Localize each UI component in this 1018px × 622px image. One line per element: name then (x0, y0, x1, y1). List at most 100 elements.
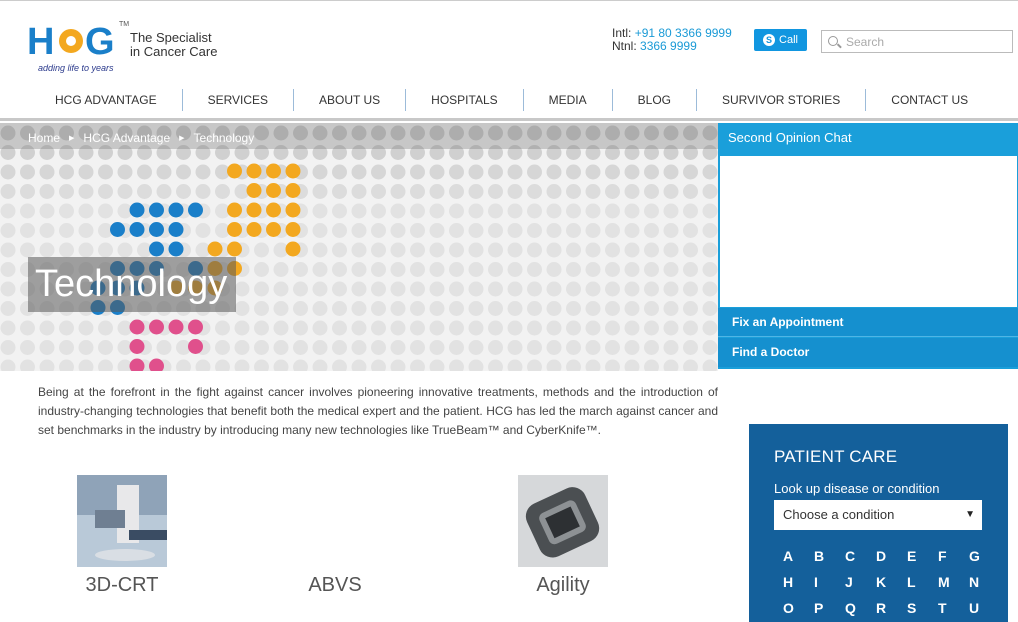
motif-dot (168, 222, 184, 237)
fix-appointment-link[interactable]: Fix an Appointment (718, 308, 1018, 337)
dropdown-arrow-icon: ▼ (965, 509, 975, 520)
condition-select-value: Choose a condition (783, 507, 895, 522)
chat-title[interactable]: Second Opinion Chat (728, 130, 852, 145)
patient-care-title: PATIENT CARE (774, 447, 898, 466)
site-header: H G TM adding life to years The Speciali… (0, 1, 1018, 81)
hcg-logo-mark: H G (27, 21, 115, 61)
tech-card-abvs[interactable]: ABVS (275, 475, 395, 597)
nav-item-hcg-advantage[interactable]: HCG ADVANTAGE (30, 89, 183, 111)
alphabet-letter-o[interactable]: O (774, 600, 805, 617)
alphabet-letter-a[interactable]: A (774, 548, 805, 565)
motif-dot (227, 241, 242, 257)
alphabet-letter-p[interactable]: P (805, 600, 836, 617)
alphabet-letter-r[interactable]: R (867, 600, 898, 617)
motif-dot (129, 319, 145, 335)
alphabet-letter-m[interactable]: M (929, 574, 960, 591)
motif-dot (168, 241, 184, 257)
search-icon[interactable] (828, 36, 838, 46)
alphabet-letter-t[interactable]: T (929, 600, 960, 617)
nav-item-about-us[interactable]: ABOUT US (294, 89, 407, 111)
specialist-line-1: The Specialist (130, 30, 212, 45)
alphabet-letter-d[interactable]: D (867, 548, 898, 565)
tech-label-abvs[interactable]: ABVS (275, 574, 395, 597)
motif-dot (188, 339, 203, 354)
skype-icon: S (763, 34, 776, 46)
nav-item-services[interactable]: SERVICES (183, 89, 295, 111)
hcg-logo[interactable]: H G TM adding life to years The Speciali… (27, 21, 227, 76)
search-input[interactable] (846, 33, 1006, 51)
intl-label: Intl: (612, 26, 632, 40)
motif-dot (266, 163, 281, 179)
motif-dot (246, 222, 262, 237)
page-title: Technology (28, 257, 236, 312)
nav-item-hospitals[interactable]: HOSPITALS (406, 89, 524, 111)
alphabet-letter-s[interactable]: S (898, 600, 929, 617)
tech-card-agility[interactable]: Agility (503, 475, 623, 597)
alphabet-letter-l[interactable]: L (898, 574, 929, 591)
page: H G TM adding life to years The Speciali… (0, 0, 1018, 622)
motif-dot (246, 183, 262, 198)
motif-dot (168, 319, 184, 335)
motif-dot (246, 202, 262, 218)
alphabet-letter-b[interactable]: B (805, 548, 836, 565)
logo-specialist-text: The Specialist in Cancer Care (130, 31, 217, 59)
alphabet-letter-h[interactable]: H (774, 574, 805, 591)
tech-image-3d-crt[interactable] (77, 475, 167, 567)
breadcrumb-home[interactable]: Home (28, 131, 60, 145)
motif-dot (285, 241, 301, 257)
breadcrumb: Home ▶ HCG Advantage ▶ Technology (28, 131, 254, 145)
alphabet-letter-q[interactable]: Q (836, 600, 867, 617)
main-nav: HCG ADVANTAGE SERVICES ABOUT US HOSPITAL… (0, 85, 1018, 121)
alphabet-letter-g[interactable]: G (960, 548, 991, 565)
motif-dot (227, 202, 242, 218)
alphabet-letter-e[interactable]: E (898, 548, 929, 565)
search-box[interactable] (821, 30, 1013, 53)
nav-item-blog[interactable]: BLOG (613, 89, 698, 111)
nav-item-survivor-stories[interactable]: SURVIVOR STORIES (697, 89, 867, 111)
motif-dot (129, 222, 145, 237)
motif-dot (168, 202, 184, 218)
motif-dot (227, 222, 242, 237)
tech-label-agility[interactable]: Agility (503, 574, 623, 597)
motif-dot (207, 241, 223, 257)
alphabet-letter-k[interactable]: K (867, 574, 898, 591)
motif-dot (129, 339, 145, 354)
motif-dot (266, 202, 281, 218)
ntnl-contact: Ntnl: 3366 9999 (612, 40, 732, 53)
second-opinion-panel: Second Opinion Chat Fix an Appointment F… (718, 123, 1018, 369)
tech-card-3d-crt[interactable]: 3D-CRT (62, 475, 182, 597)
motif-dot (246, 163, 262, 179)
alphabet-letter-u[interactable]: U (960, 600, 991, 617)
ntnl-number-link[interactable]: 3366 9999 (640, 39, 697, 53)
motif-dot (266, 222, 281, 237)
chat-window[interactable] (720, 156, 1017, 307)
skype-call-button[interactable]: S Call (754, 29, 807, 51)
breadcrumb-arrow-icon: ▶ (69, 135, 75, 142)
nav-item-media[interactable]: MEDIA (524, 89, 613, 111)
intl-number-link[interactable]: +91 80 3366 9999 (635, 26, 732, 40)
logo-tagline: adding life to years (38, 63, 114, 73)
tech-image-agility[interactable] (518, 475, 608, 567)
trademark-mark: TM (119, 21, 130, 28)
alphabet-letter-j[interactable]: J (836, 574, 867, 591)
nav-item-contact-us[interactable]: CONTACT US (866, 89, 993, 111)
motif-dot (227, 163, 242, 179)
contact-numbers: Intl: +91 80 3366 9999 Ntnl: 3366 9999 (612, 27, 732, 53)
alphabet-letter-f[interactable]: F (929, 548, 960, 565)
motif-dot (188, 202, 203, 218)
dot-pattern-graphic (0, 123, 718, 371)
patient-care-subtitle: Look up disease or condition (774, 481, 940, 496)
tech-label-3d-crt[interactable]: 3D-CRT (62, 574, 182, 597)
motif-dot (285, 202, 301, 218)
patient-care-panel: PATIENT CARE Look up disease or conditio… (749, 424, 1008, 622)
intro-paragraph: Being at the forefront in the fight agai… (38, 385, 718, 437)
motif-dot (188, 319, 203, 335)
hero-banner: Home ▶ HCG Advantage ▶ Technology Techno… (0, 123, 718, 371)
alphabet-letter-i[interactable]: I (805, 574, 836, 591)
alphabet-letter-n[interactable]: N (960, 574, 991, 591)
svg-text:G: G (85, 21, 115, 61)
breadcrumb-hcg-advantage[interactable]: HCG Advantage (83, 131, 170, 145)
find-doctor-link[interactable]: Find a Doctor (718, 338, 1018, 367)
condition-select[interactable]: Choose a condition ▼ (774, 500, 982, 530)
alphabet-letter-c[interactable]: C (836, 548, 867, 565)
